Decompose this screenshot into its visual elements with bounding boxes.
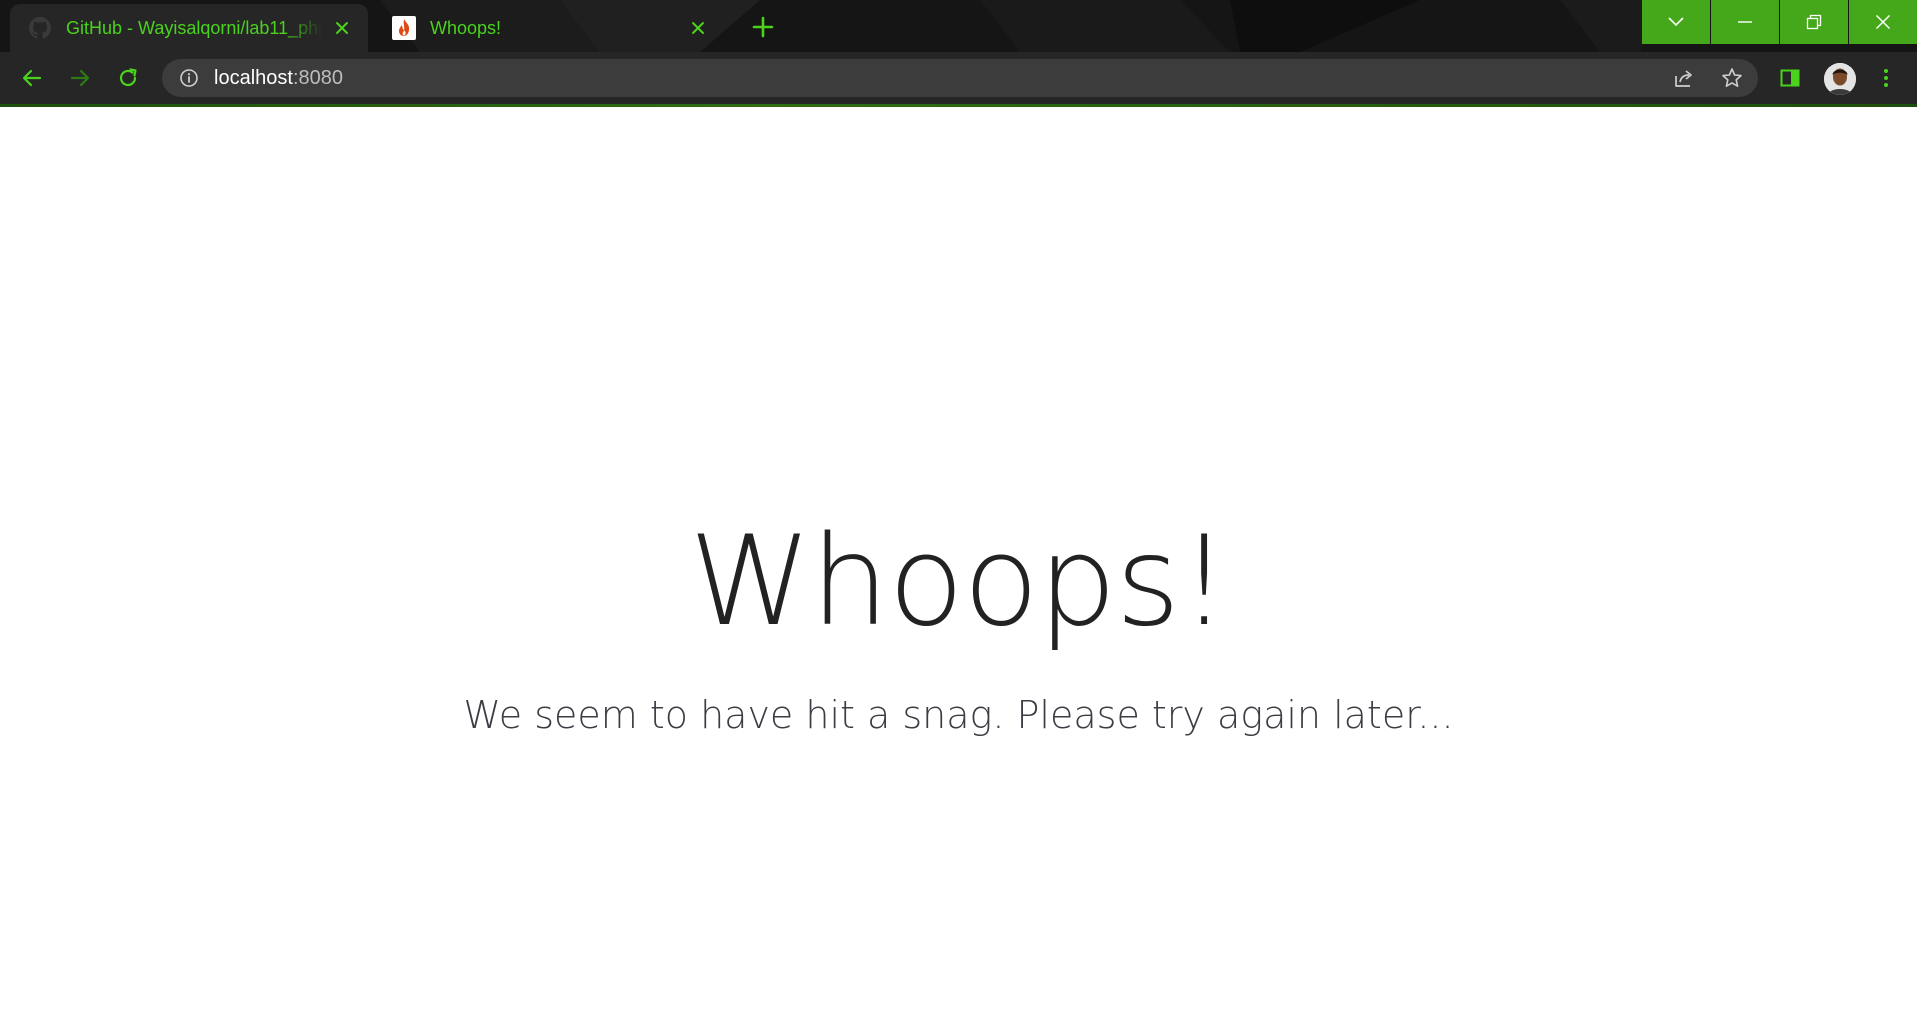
browser-toolbar: localhost:8080 [0,52,1917,104]
bookmark-star-icon[interactable] [1718,64,1746,92]
close-window-button[interactable] [1849,0,1917,44]
tab-title: Whoops! [430,17,502,38]
reload-button[interactable] [112,62,144,94]
url-text[interactable]: localhost:8080 [214,67,343,90]
url-host: localhost [214,66,293,89]
browser-menu-button[interactable] [1870,62,1902,94]
arrow-right-icon [70,69,90,87]
github-icon [28,16,52,40]
address-bar[interactable]: localhost:8080 [162,59,1758,97]
side-panel-icon [1780,69,1800,87]
reload-icon [119,68,137,87]
url-port: :8080 [292,66,343,89]
browser-chrome: GitHub - Wayisalqorni/lab11_php Whoops! [0,0,1917,107]
back-button[interactable] [16,62,48,94]
restore-icon [1806,14,1822,30]
tab-strip: GitHub - Wayisalqorni/lab11_php Whoops! [0,0,1917,52]
error-message: We seem to have hit a snag. Please try a… [463,693,1454,737]
close-tab-icon[interactable] [684,14,712,42]
page-content: Whoops! We seem to have hit a snag. Plea… [0,107,1917,1018]
tab-github[interactable]: GitHub - Wayisalqorni/lab11_php [10,4,368,52]
codeigniter-flame-icon [392,16,416,40]
tab-whoops[interactable]: Whoops! [374,4,724,52]
new-tab-button[interactable] [747,11,779,43]
side-panel-button[interactable] [1774,62,1806,94]
site-info-icon[interactable] [178,67,200,89]
chevron-down-icon [1668,17,1684,27]
share-icon[interactable] [1670,64,1698,92]
tab-search-button[interactable] [1642,0,1710,44]
tab-title: GitHub - Wayisalqorni/lab11_php [66,17,322,38]
profile-avatar[interactable] [1824,63,1856,95]
plus-icon [752,16,774,38]
window-controls [1641,0,1917,44]
minimize-icon [1738,21,1752,23]
close-icon [1875,14,1891,30]
forward-button[interactable] [64,62,96,94]
minimize-button[interactable] [1711,0,1779,44]
more-vertical-icon [1884,69,1888,87]
error-headline: Whoops! [689,510,1229,654]
close-tab-icon[interactable] [328,14,356,42]
arrow-left-icon [22,69,42,87]
restore-button[interactable] [1780,0,1848,44]
